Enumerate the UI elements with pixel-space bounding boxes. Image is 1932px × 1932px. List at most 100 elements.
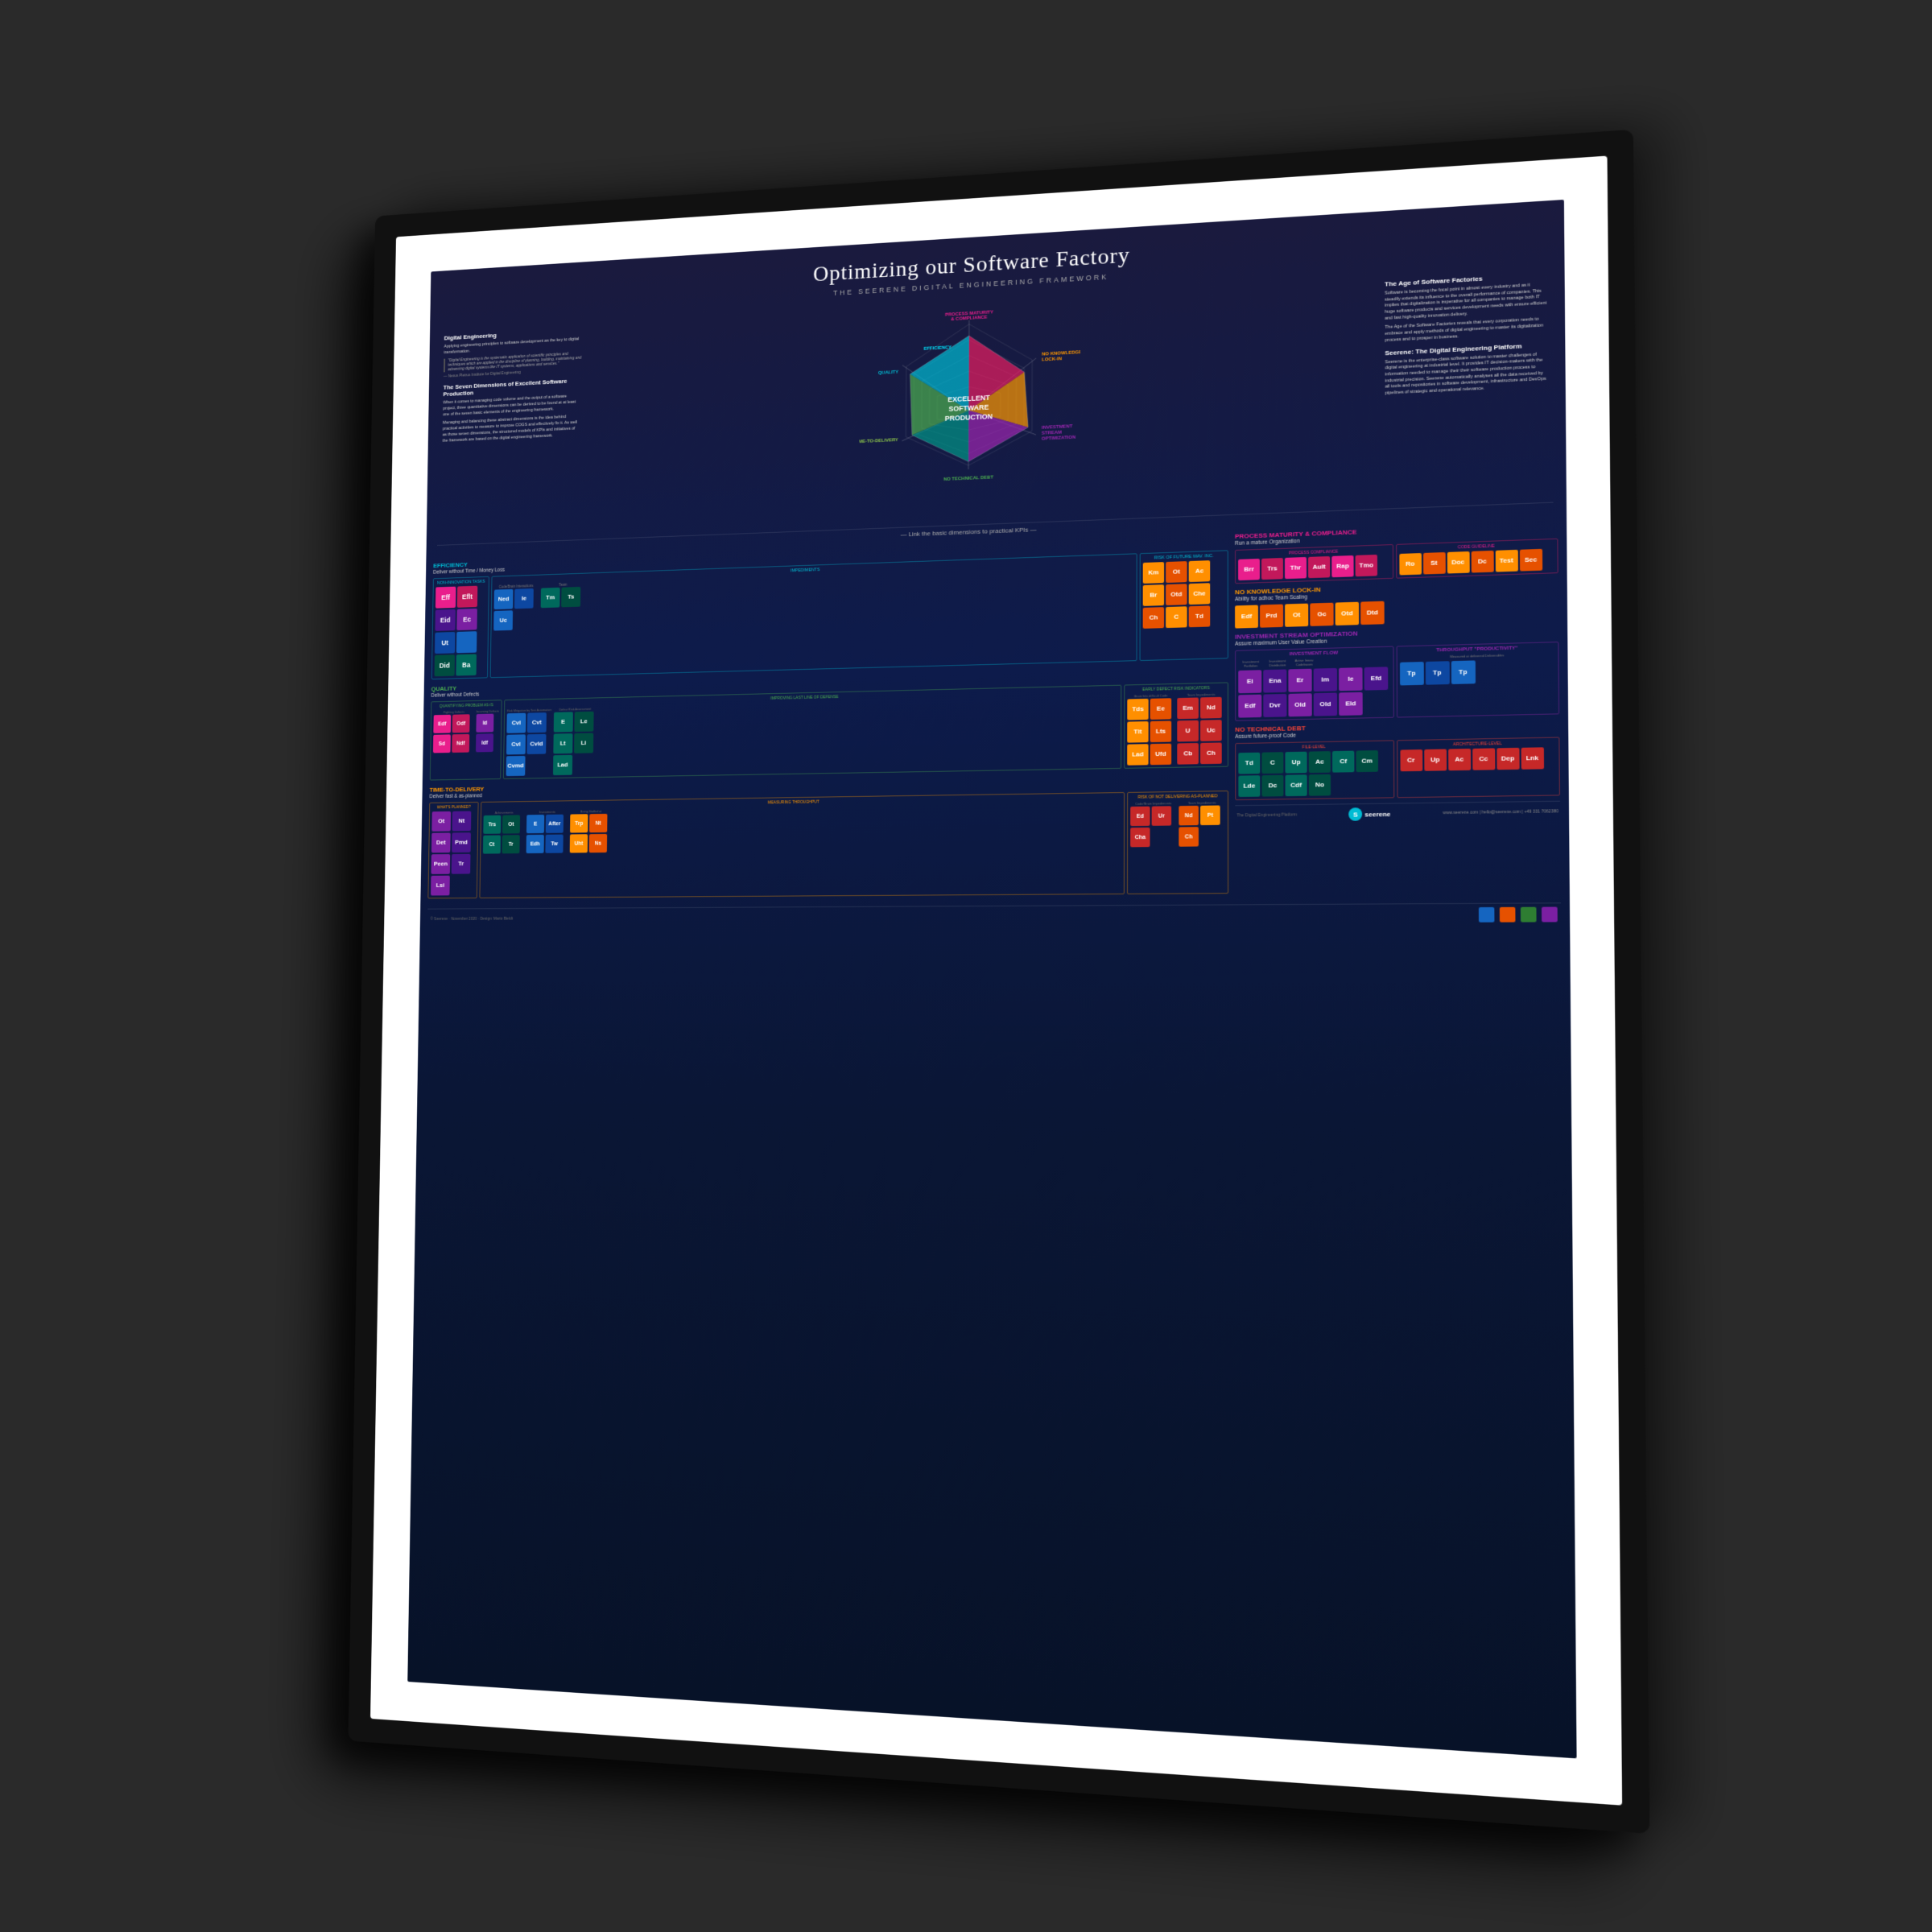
elem-iso9: Old bbox=[1288, 693, 1311, 716]
elem-iso1: Ei bbox=[1238, 670, 1261, 693]
elem-odf: Odf bbox=[452, 714, 470, 733]
ntd-section: NO TECHNICAL DEBT Assure future-proof Co… bbox=[1235, 720, 1560, 801]
measuring-inner: Achievements Trs Ot Ct Tr bbox=[483, 802, 1121, 853]
elem-inc2: Idf bbox=[476, 733, 493, 752]
elem-iso5: Ie bbox=[1339, 667, 1363, 691]
ttd-grid: WHAT'S PLANNED? Ot Nt Det Pmd Peen Tr Ls… bbox=[427, 791, 1228, 898]
elem-nkl1: Edf bbox=[1235, 605, 1258, 629]
elem-ot2: Ot bbox=[431, 811, 451, 832]
iso-label-act: Active Innov. Codebases bbox=[1292, 658, 1317, 667]
team-imp2-col: Team Impediments Nd Pt Ch bbox=[1179, 800, 1225, 846]
team-elems: Tm Ts bbox=[541, 587, 585, 608]
quality-grid: QUANTIFYING PROBLEM AS-IS Fighting Defec… bbox=[430, 682, 1228, 780]
elem-uht: Uht bbox=[570, 834, 588, 852]
seerene-website: www.seerene.com | hello@seerene.com | +4… bbox=[1443, 809, 1558, 815]
elem-al3: Ac bbox=[1448, 749, 1471, 770]
elem-tw: Tw bbox=[545, 835, 563, 853]
efficiency-section: EFFICIENCY Deliver without Time / Money … bbox=[431, 533, 1228, 679]
investments-label: Investments bbox=[526, 810, 568, 814]
elem-otd: Otd bbox=[1166, 584, 1187, 605]
team-col: Team Tm Ts bbox=[540, 582, 585, 630]
elem-iso6: Efd bbox=[1364, 667, 1389, 690]
arch-level-box: ARCHITECTURE-LEVEL Cr Up Ac Cc Dep Lnk bbox=[1397, 737, 1560, 798]
fighting-elems: Edf Odf Sd Ndf bbox=[433, 714, 474, 753]
non-innovation-elems: Eff Eflt Eid Ec Ut Did Ba bbox=[435, 585, 487, 676]
arch-level-elems: Cr Up Ac Cc Dep Lnk bbox=[1400, 747, 1556, 771]
elem-ee: Ee bbox=[1150, 698, 1172, 720]
code-brain-col: Code/Brain Interactions Ned Ie Uc bbox=[493, 584, 538, 630]
frame-inner: Optimizing our Software Factory THE SEER… bbox=[370, 156, 1622, 1806]
incoming-label: Incoming Defects bbox=[477, 709, 499, 713]
elem-pc4: Ault bbox=[1308, 556, 1330, 578]
team-impediments-col: Team Impediments Em Nd U Uc Cb Ch bbox=[1177, 692, 1225, 765]
svg-text:LOCK-IN: LOCK-IN bbox=[1042, 357, 1062, 362]
measuring-box: MEASURING THROUGHPUT Achievements Trs Ot… bbox=[479, 792, 1125, 898]
throughput-elems: Measured at delivered Deliverables Tp Tp… bbox=[1399, 652, 1555, 686]
software-factories-text1: Software is becoming the focal point in … bbox=[1385, 282, 1547, 322]
quality-section: QUALITY Deliver without Defects QUANTIFY… bbox=[430, 665, 1228, 780]
whats-planned-elems: Ot Nt Det Pmd Peen Tr Lsi bbox=[431, 811, 476, 895]
elem-td: Td bbox=[1189, 605, 1211, 627]
elem-pc6: Tmo bbox=[1356, 555, 1377, 576]
elem-lts: Lts bbox=[1150, 720, 1172, 742]
elem-t2: Ts bbox=[561, 587, 580, 607]
quantifying-box: QUANTIFYING PROBLEM AS-IS Fighting Defec… bbox=[430, 700, 502, 780]
elem-t1: Tm bbox=[541, 588, 560, 608]
elem-ch3: Ch bbox=[1179, 827, 1199, 847]
investments-elems: E After Edh Tw bbox=[526, 815, 568, 853]
elem-iso2: Ena bbox=[1263, 669, 1286, 692]
being-staffed-label: Being Staffed at bbox=[570, 809, 612, 814]
radar-svg: EXCELLENT SOFTWARE PRODUCTION PROCESS MA… bbox=[859, 294, 1080, 524]
defect-risk-col: Defect Risk Assessment E Le Lt Li Lad bbox=[553, 707, 597, 775]
impediments-box: IMPEDIMENTS Code/Brain Interactions Ned … bbox=[490, 553, 1137, 678]
elem-nkl6: Dtd bbox=[1360, 601, 1385, 625]
being-staffed-elems: Trp Nt Uht Ns bbox=[570, 814, 612, 853]
right-text-col: The Age of Software Factories Software i… bbox=[1381, 266, 1554, 504]
elem-rr1: Ed bbox=[1130, 807, 1150, 827]
non-innovation-label: NON-INNOVATION TASKS bbox=[436, 580, 486, 586]
seerene-logo-mark: S bbox=[1348, 807, 1362, 821]
elem-ot3: Ot bbox=[502, 815, 520, 833]
code-guideline-elems: Ro St Doc Dc Test Sec bbox=[1399, 548, 1555, 575]
elem-fl8: Dc bbox=[1261, 775, 1283, 797]
achievements-label: Achievements bbox=[484, 811, 525, 815]
whats-planned-label: WHAT'S PLANNED? bbox=[432, 805, 476, 810]
elem-ut: Ut bbox=[435, 632, 456, 654]
elem-c1: C bbox=[1166, 606, 1187, 628]
svg-text:NO TECHNICAL DEBT: NO TECHNICAL DEBT bbox=[943, 475, 993, 482]
elem-cvmd: Cvmd bbox=[506, 756, 525, 776]
team-impediments-elems: Em Nd U Uc Cb Ch bbox=[1177, 697, 1225, 765]
elem-tp2: Tp bbox=[1425, 661, 1449, 685]
elem-fl1: Td bbox=[1238, 753, 1260, 774]
elem-lsi: Lsi bbox=[431, 876, 450, 896]
seerene-text: Seerene is the enterprise-class software… bbox=[1385, 351, 1548, 397]
risk-not-label: RISK OF NOT DELIVERING AS-PLANNED bbox=[1130, 794, 1225, 800]
seerene-logo: S seerene bbox=[1348, 807, 1390, 821]
svg-text:TIME-TO-DELIVERY: TIME-TO-DELIVERY bbox=[859, 438, 898, 445]
iso-label-inv: Investment Portfolios bbox=[1238, 659, 1263, 668]
elem-nt: Nt bbox=[452, 811, 472, 832]
investment-flow-elems: Investment Portfolios Investment Distrib… bbox=[1238, 656, 1390, 718]
elem-eid: Eid bbox=[435, 609, 455, 631]
elem-iso3: Er bbox=[1288, 669, 1311, 692]
non-innovation-box: NON-INNOVATION TASKS Eff Eflt Eid Ec Ut bbox=[431, 576, 489, 679]
main-grid: EFFICIENCY Deliver without Time / Money … bbox=[420, 517, 1570, 909]
elem-e: E bbox=[553, 712, 572, 732]
elem-nd2: Nd bbox=[1200, 697, 1222, 719]
elem-cg4: Dc bbox=[1471, 551, 1493, 573]
elem-nkl2: Prd bbox=[1260, 605, 1283, 628]
elem-ns: Ns bbox=[589, 834, 607, 852]
file-level-box: FILE-LEVEL Td C Up Ac Cf Cm Lde bbox=[1235, 740, 1394, 800]
elem-li: Li bbox=[574, 733, 593, 753]
elem-km: Km bbox=[1143, 562, 1164, 584]
elem-rr2: Ur bbox=[1152, 806, 1172, 826]
team-imp2-elems: Nd Pt Ch bbox=[1179, 805, 1225, 846]
elem-ba: Ba bbox=[456, 654, 477, 675]
risk-mit-elems: Cvl Cvt Cvl Cvld Cvmd bbox=[506, 712, 549, 776]
elem-cg6: Sec bbox=[1519, 549, 1542, 572]
right-panel: PROCESS MATURITY & COMPLIANCE Run a matu… bbox=[1235, 521, 1561, 900]
svg-text:& COMPLIANCE: & COMPLIANCE bbox=[951, 315, 987, 322]
elem-cg1: Ro bbox=[1399, 553, 1422, 575]
elem-cb: Cb bbox=[1177, 743, 1199, 765]
svg-text:QUALITY: QUALITY bbox=[878, 370, 899, 376]
